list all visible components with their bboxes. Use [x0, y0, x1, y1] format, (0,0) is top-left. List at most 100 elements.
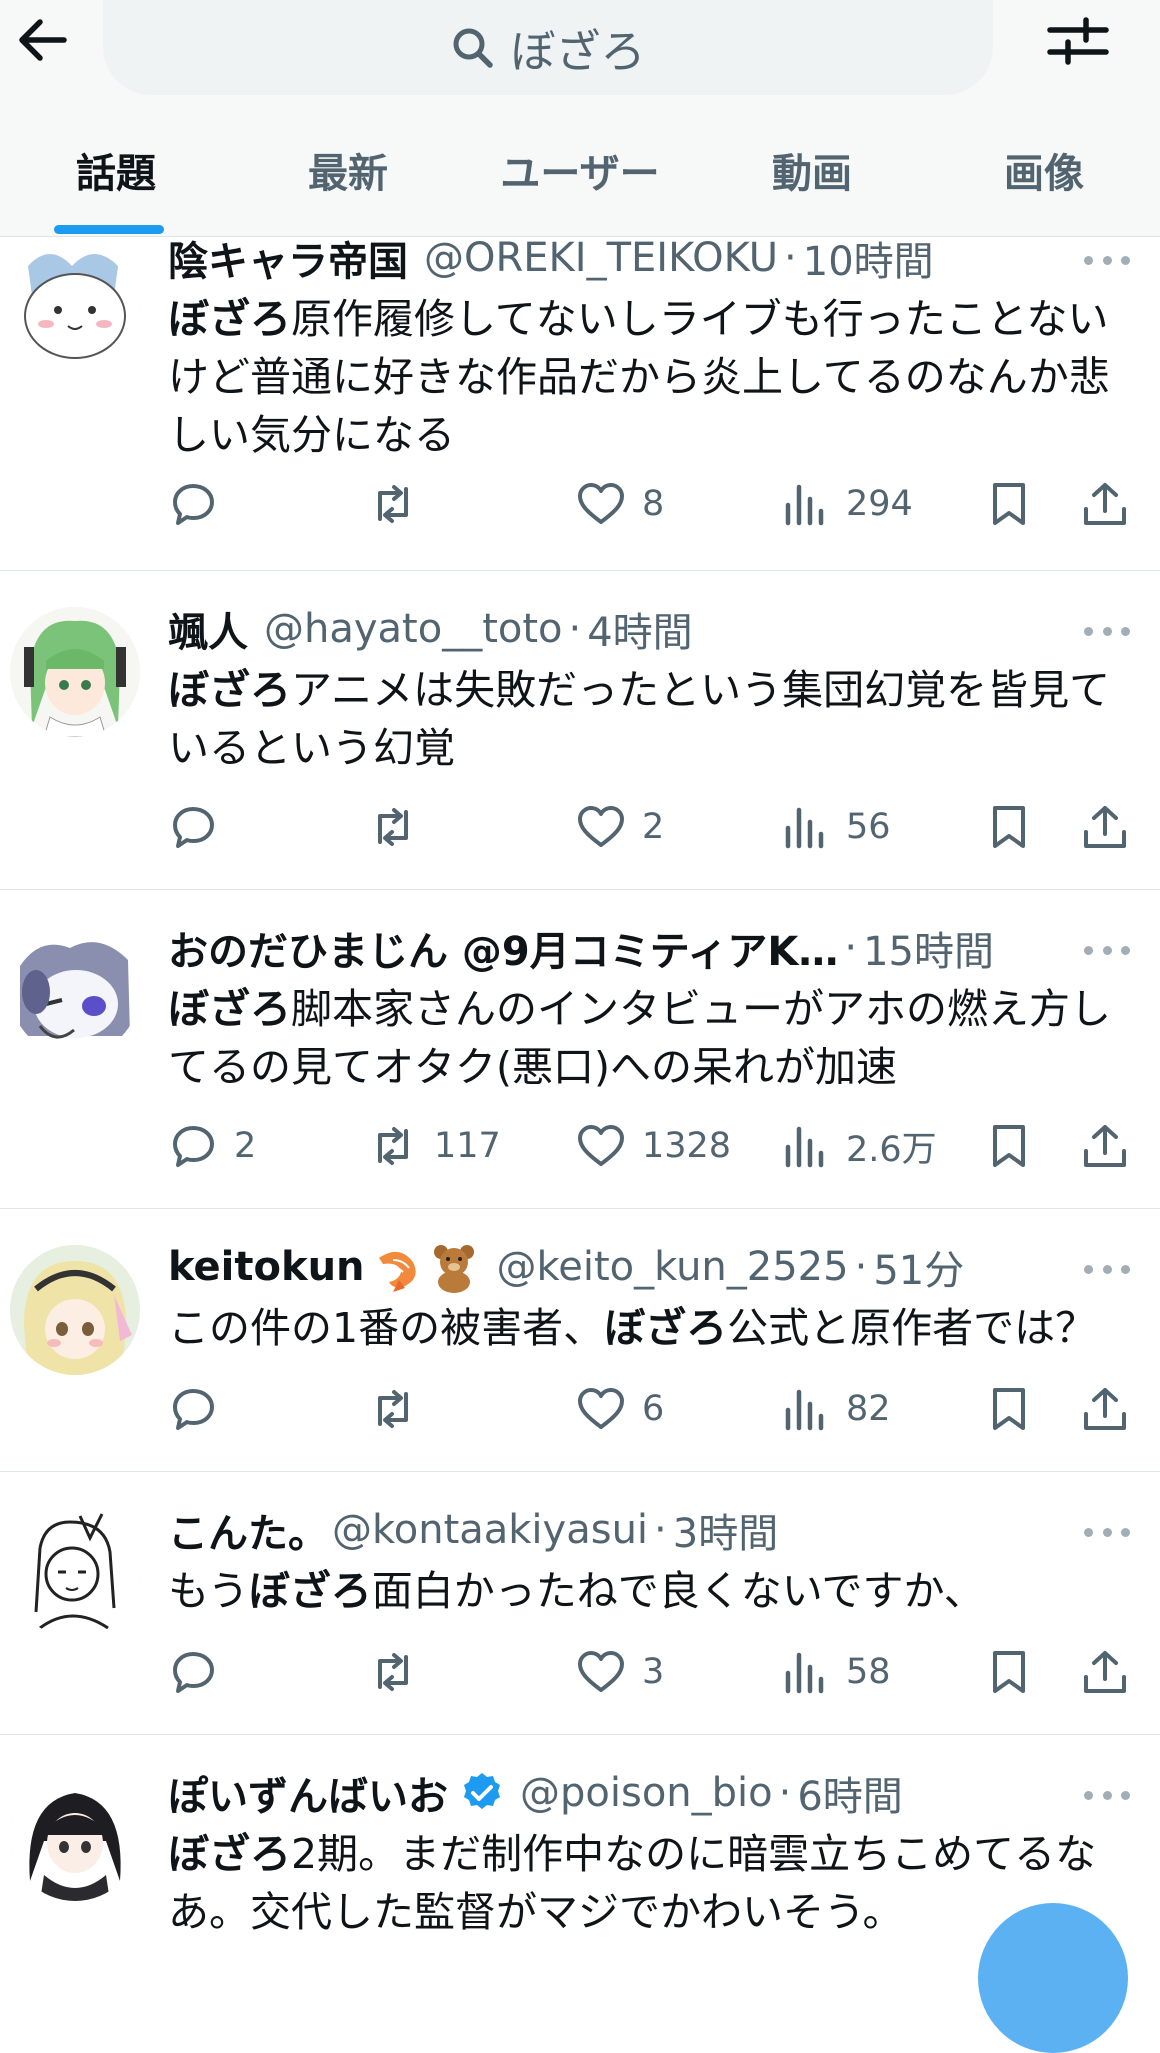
avatar[interactable]: [10, 1771, 140, 1901]
reply-icon: [173, 484, 214, 525]
more-icon[interactable]: [1084, 1522, 1130, 1542]
display-name[interactable]: 陰キャラ帝国: [168, 229, 408, 287]
avatar[interactable]: [10, 926, 140, 1056]
tab-latest[interactable]: 最新: [232, 130, 464, 210]
display-name[interactable]: おのだひまじん @9月コミティアK…: [168, 919, 838, 977]
user-handle[interactable]: @keito_kun_2525: [497, 1244, 849, 1290]
bookmark-button[interactable]: [984, 1642, 1034, 1702]
search-highlight[interactable]: ぼざろ: [604, 1304, 727, 1352]
search-highlight[interactable]: ぼざろ: [168, 295, 291, 343]
display-name[interactable]: ぽいずんばいお: [168, 1764, 448, 1822]
like-count: 8: [642, 484, 665, 524]
user-handle[interactable]: @poison_bio: [520, 1770, 773, 1816]
bookmark-button[interactable]: [984, 797, 1034, 857]
view-count: 82: [846, 1389, 891, 1429]
search-highlight[interactable]: ぼざろ: [249, 1567, 372, 1615]
retweet-button[interactable]: [368, 474, 434, 534]
separator-dot: ·: [784, 235, 797, 281]
tweet[interactable]: おのだひまじん @9月コミティアK… · 15時間 ぼざろ脚本家さんのインタビュ…: [0, 890, 1160, 1209]
retweet-button[interactable]: [368, 1642, 434, 1702]
share-button[interactable]: [1080, 1379, 1130, 1439]
tweet-text: ぼざろアニメは失敗だったという集団幻覚を皆見ているという幻覚: [168, 661, 1130, 777]
timestamp[interactable]: 6時間: [797, 1764, 902, 1822]
share-button[interactable]: [1080, 474, 1130, 534]
timestamp[interactable]: 4時間: [587, 600, 692, 658]
more-icon[interactable]: [1084, 621, 1130, 641]
avatar[interactable]: [10, 607, 140, 737]
avatar[interactable]: [10, 1245, 140, 1375]
user-handle[interactable]: @OREKI_TEIKOKU: [424, 235, 778, 281]
heart-icon: [578, 1125, 624, 1166]
tweet[interactable]: 颯人 @hayato__toto · 4時間 ぼざろアニメは失敗だったという集団…: [0, 571, 1160, 890]
bookmark-button[interactable]: [984, 1379, 1034, 1439]
tweet[interactable]: こんた。 @kontaakiyasui · 3時間 もうぼざろ面白かったねで良く…: [0, 1472, 1160, 1735]
search-input[interactable]: ぼざろ: [103, 0, 993, 95]
tweet[interactable]: keitokun @keito_kun_2525 · 51分 この件の1番の被害…: [0, 1209, 1160, 1472]
search-highlight[interactable]: ぼざろ: [168, 985, 291, 1033]
tweet-actions: 8 294: [168, 474, 1140, 534]
timestamp[interactable]: 3時間: [673, 1501, 778, 1559]
reply-count: 2: [234, 1126, 257, 1166]
reply-icon: [173, 1389, 214, 1430]
views-button[interactable]: 58: [780, 1642, 891, 1702]
tweet[interactable]: 陰キャラ帝国 @OREKI_TEIKOKU · 10時間 ぼざろ原作履修してない…: [0, 226, 1160, 571]
like-button[interactable]: 3: [576, 1642, 664, 1702]
views-icon: [785, 1389, 824, 1431]
timestamp[interactable]: 51分: [873, 1238, 964, 1296]
views-button[interactable]: 82: [780, 1379, 891, 1439]
search-highlight[interactable]: ぼざろ: [168, 1830, 291, 1878]
tab-top[interactable]: 話題: [0, 130, 232, 210]
tab-images[interactable]: 画像: [928, 130, 1160, 210]
compose-button[interactable]: [978, 1903, 1128, 2053]
reply-button[interactable]: [168, 474, 234, 534]
like-button[interactable]: 6: [576, 1379, 664, 1439]
share-button[interactable]: [1080, 797, 1130, 857]
retweet-button[interactable]: 117: [368, 1116, 501, 1176]
search-header: ぼざろ 話題 最新 ユーザー 動画 画像: [0, 0, 1160, 237]
reply-icon: [173, 1652, 214, 1693]
verified-badge-icon: [460, 1771, 504, 1815]
views-button[interactable]: 2.6万: [780, 1116, 937, 1176]
views-icon: [785, 807, 824, 849]
timestamp[interactable]: 10時間: [803, 229, 934, 287]
user-handle[interactable]: @hayato__toto: [264, 606, 563, 652]
arrow-left-icon: [19, 19, 67, 61]
tweet-text-prefix: もう: [168, 1567, 249, 1615]
more-icon[interactable]: [1084, 940, 1130, 960]
tab-videos[interactable]: 動画: [696, 130, 928, 210]
display-name[interactable]: こんた。: [168, 1501, 328, 1559]
share-button[interactable]: [1080, 1642, 1130, 1702]
reply-button[interactable]: [168, 797, 234, 857]
search-highlight[interactable]: ぼざろ: [168, 666, 291, 714]
reply-button[interactable]: [168, 1642, 234, 1702]
like-button[interactable]: 8: [576, 474, 664, 534]
user-handle[interactable]: @kontaakiyasui: [332, 1507, 648, 1553]
more-icon[interactable]: [1084, 250, 1130, 270]
views-button[interactable]: 294: [780, 474, 913, 534]
back-button[interactable]: [14, 12, 70, 68]
avatar[interactable]: [10, 1508, 140, 1638]
retweet-button[interactable]: [368, 1379, 434, 1439]
retweet-button[interactable]: [368, 797, 434, 857]
reply-button[interactable]: 2: [168, 1116, 256, 1176]
views-button[interactable]: 56: [780, 797, 891, 857]
display-name[interactable]: keitokun: [168, 1244, 365, 1290]
bookmark-icon: [993, 1651, 1025, 1693]
reply-icon: [173, 807, 214, 848]
avatar[interactable]: [10, 236, 140, 366]
filter-button[interactable]: [1046, 8, 1110, 72]
bookmark-button[interactable]: [984, 474, 1034, 534]
like-button[interactable]: 2: [576, 797, 664, 857]
more-icon[interactable]: [1084, 1259, 1130, 1279]
search-icon: [453, 28, 494, 68]
timestamp[interactable]: 15時間: [863, 919, 994, 977]
display-name[interactable]: 颯人: [168, 600, 248, 658]
share-icon: [1084, 806, 1126, 848]
reply-button[interactable]: [168, 1379, 234, 1439]
view-count: 294: [846, 484, 913, 524]
more-icon[interactable]: [1084, 1785, 1130, 1805]
bookmark-button[interactable]: [984, 1116, 1034, 1176]
tab-users[interactable]: ユーザー: [464, 130, 696, 210]
share-button[interactable]: [1080, 1116, 1130, 1176]
like-button[interactable]: 1328: [576, 1116, 731, 1176]
